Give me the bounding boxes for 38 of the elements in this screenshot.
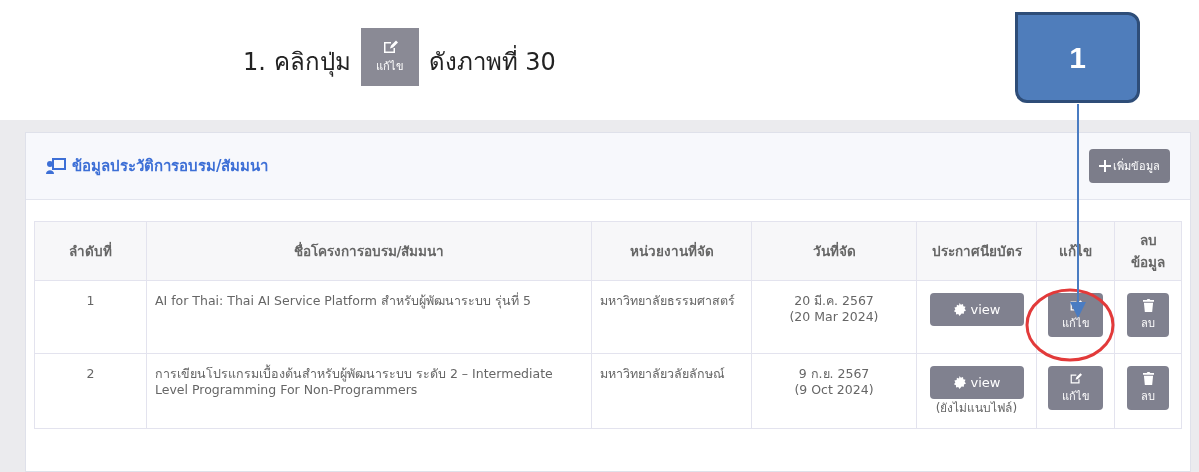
table-cell-text: (20 Mar 2024) [788, 308, 880, 325]
table-cell-text: 20 มี.ค. 2567 [793, 293, 875, 309]
table-cell: 2 [34, 353, 147, 429]
table-cell: AI for Thai: Thai AI Service Platform สำหรับผู้พัฒนาระบบ รุ่นที่ 5 [146, 280, 592, 354]
plus-icon [1099, 160, 1111, 172]
trash-icon [1142, 298, 1154, 312]
edit-icon [1069, 298, 1082, 312]
instruction-text: ดังภาพที่ 30 [428, 42, 556, 81]
column-header: หน่วยงานที่จัด [591, 221, 752, 281]
column-header: ลำดับที่ [34, 221, 147, 281]
edit-icon [381, 39, 398, 55]
view-button[interactable]: view [929, 293, 1024, 326]
status-note: (ยังไม่แนบไฟล์) [934, 401, 1019, 416]
table-cell-text: 9 ก.ย. 2567 [797, 366, 871, 382]
column-header: วันที่จัด [751, 221, 917, 281]
table-cell: มหาวิทยาลัยวลัยลักษณ์ [591, 353, 752, 429]
badge-icon [952, 303, 966, 316]
table-cell: การเขียนโปรแกรมเบื้องต้นสำหรับผู้พัฒนาระบบ ระดับ 2 – Intermediate Level Programming For Non-Programmers [146, 353, 592, 429]
table-cell: 1 [34, 280, 147, 354]
edit-icon [1069, 371, 1082, 385]
edit-button[interactable]: แก้ไข [1048, 293, 1103, 337]
table-cell-text: (9 Oct 2024) [793, 381, 875, 398]
column-header: ลบ ข้อมูล [1114, 221, 1182, 281]
delete-button[interactable]: ลบ [1127, 293, 1169, 337]
badge-icon [952, 376, 966, 389]
panel-title: ข้อมูลประวัติการอบรม/สัมมนา [72, 156, 269, 178]
presentation-icon [46, 158, 66, 174]
instruction-text: 1. คลิกปุ่ม [243, 47, 351, 79]
edit-button[interactable]: แก้ไข [1048, 366, 1103, 410]
add-button[interactable]: เพิ่มข้อมูล [1089, 149, 1170, 183]
callout-number: 1 [1069, 40, 1086, 75]
table-cell: มหาวิทยาลัยธรรมศาสตร์ [591, 280, 752, 354]
column-header: ชื่อโครงการอบรม/สัมมนา [146, 221, 592, 281]
view-button[interactable]: view [929, 366, 1024, 399]
edit-button-image: แก้ไข [360, 28, 419, 86]
delete-button[interactable]: ลบ [1127, 366, 1169, 410]
trash-icon [1142, 371, 1154, 385]
column-header: ประกาศนียบัตร [916, 221, 1037, 281]
